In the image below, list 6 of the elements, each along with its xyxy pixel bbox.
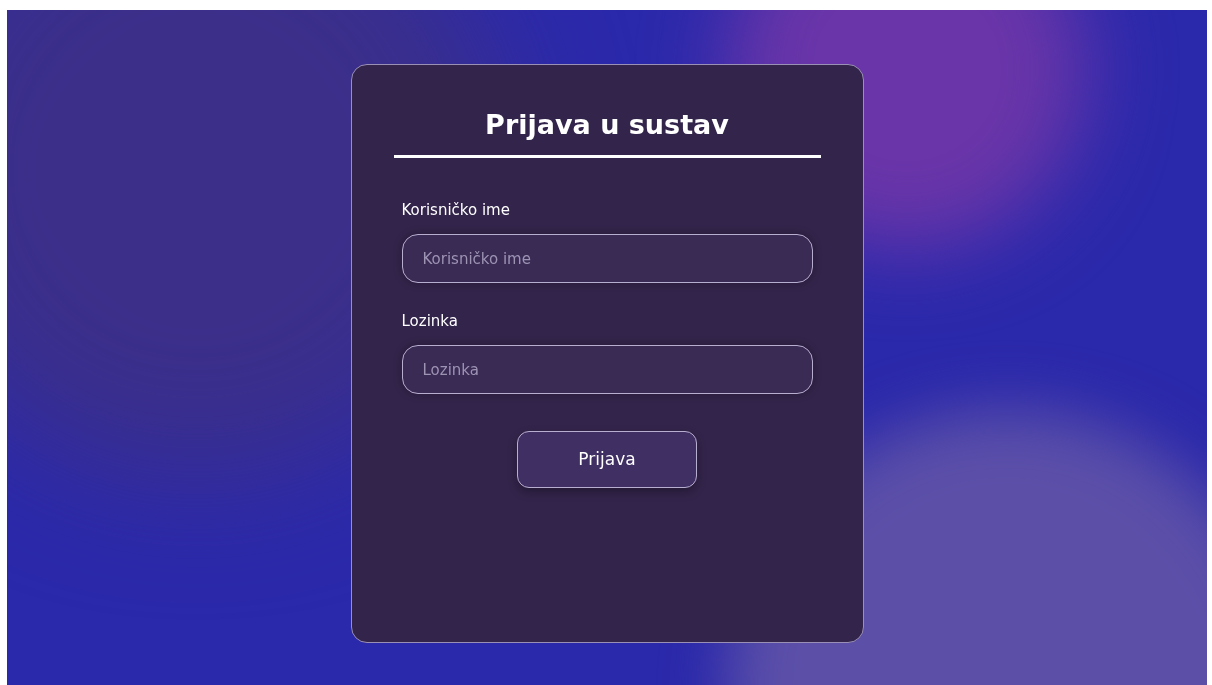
- card-title: Prijava u sustav: [485, 108, 729, 142]
- input-field[interactable]: Lozinka: [401, 345, 813, 394]
- field-label: Korisničko ime: [401, 200, 511, 220]
- input-field[interactable]: Korisničko ime: [401, 234, 813, 283]
- login-button[interactable]: Prijava: [517, 431, 697, 488]
- field-label: Lozinka: [401, 311, 459, 331]
